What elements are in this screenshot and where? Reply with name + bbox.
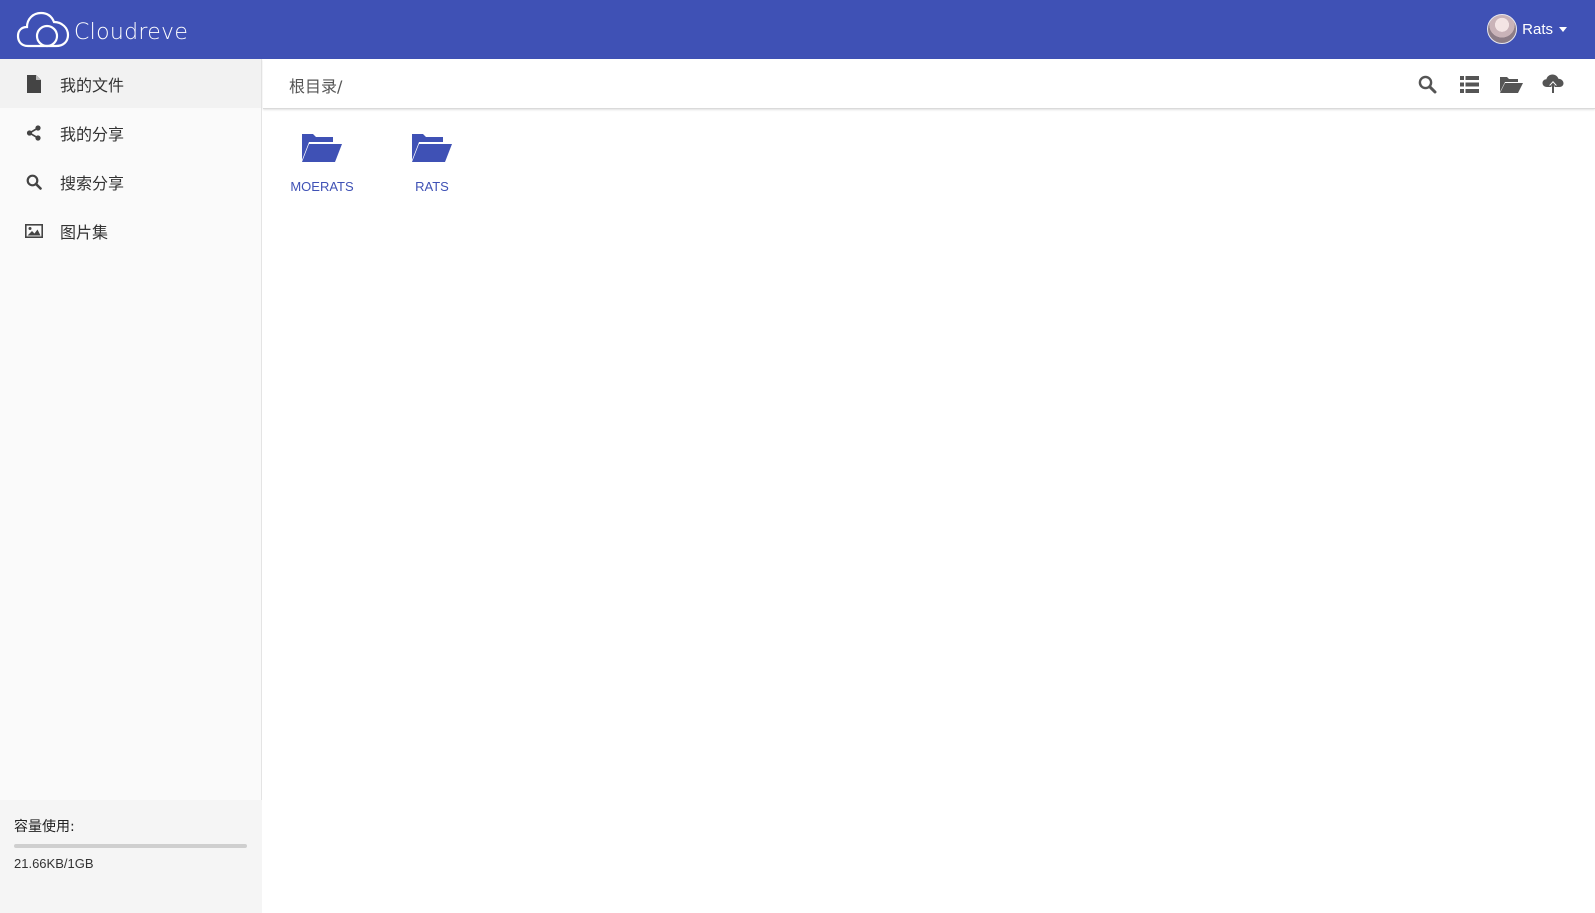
upload-icon <box>1542 74 1564 94</box>
folder-name: MOERATS <box>290 179 354 194</box>
sidebar-item-label: 图片集 <box>60 222 109 242</box>
user-menu[interactable]: Rats <box>1487 14 1567 44</box>
folder-name: RATS <box>415 179 449 194</box>
image-icon <box>24 221 44 241</box>
sidebar-item-search-shares[interactable]: 搜索分享 <box>0 157 261 206</box>
sidebar-item-gallery[interactable]: 图片集 <box>0 206 261 255</box>
file-toolbar: 根目录/ <box>263 59 1595 109</box>
sidebar: 我的文件 我的分享 搜索分享 图片集 容量使用: 21.66KB/1GB <box>0 59 262 913</box>
search-button[interactable] <box>1415 72 1439 96</box>
open-folder-icon <box>412 134 452 162</box>
chevron-down-icon <box>1559 26 1567 32</box>
file-icon <box>24 74 44 94</box>
storage-title: 容量使用: <box>14 819 75 835</box>
avatar <box>1487 14 1518 44</box>
storage-progress-bar <box>14 844 247 848</box>
top-app-bar: Cloudreve Rats <box>0 0 1595 59</box>
new-folder-icon <box>1499 77 1523 93</box>
sidebar-item-label: 我的文件 <box>60 75 125 95</box>
file-grid: MOERATS RATS <box>263 122 487 194</box>
sidebar-item-label: 我的分享 <box>60 124 125 144</box>
cloud-logo-icon <box>16 11 70 48</box>
app-logo[interactable]: Cloudreve <box>16 10 188 48</box>
list-view-icon <box>1459 75 1479 93</box>
user-name: Rats <box>1522 20 1553 38</box>
new-folder-button[interactable] <box>1499 72 1523 96</box>
storage-value: 21.66KB/1GB <box>14 856 94 871</box>
list-view-button[interactable] <box>1457 72 1481 96</box>
app-name: Cloudreve <box>74 19 189 45</box>
share-icon <box>24 123 44 143</box>
breadcrumb[interactable]: 根目录/ <box>289 73 342 97</box>
folder-item[interactable]: RATS <box>377 122 487 194</box>
sidebar-item-my-shares[interactable]: 我的分享 <box>0 108 261 157</box>
search-icon <box>1418 75 1436 93</box>
upload-button[interactable] <box>1541 72 1565 96</box>
toolbar-actions <box>1397 72 1565 96</box>
folder-item[interactable]: MOERATS <box>267 122 377 194</box>
storage-usage: 容量使用: 21.66KB/1GB <box>0 800 262 913</box>
sidebar-item-label: 搜索分享 <box>60 173 125 193</box>
search-icon <box>24 172 44 192</box>
sidebar-item-my-files[interactable]: 我的文件 <box>0 59 261 108</box>
open-folder-icon <box>302 134 342 162</box>
